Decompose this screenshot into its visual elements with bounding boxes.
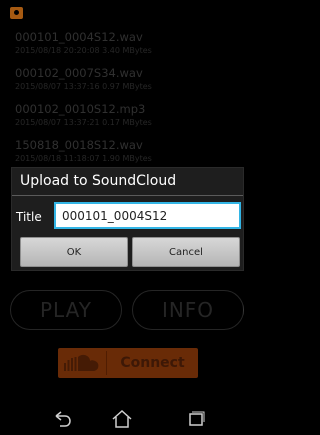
recent-apps-icon[interactable] (182, 408, 210, 430)
file-meta: 2015/08/07 13:37:16 0.97 MBytes (15, 82, 152, 91)
title-label: Title (16, 210, 42, 224)
title-row: Title (12, 201, 245, 231)
soundcloud-notification-icon (10, 7, 23, 19)
dialog-actions: OK Cancel (20, 237, 240, 267)
file-item[interactable]: 000102_0007S34.wav 2015/08/07 13:37:16 0… (0, 62, 243, 98)
home-icon[interactable] (108, 408, 136, 430)
info-button[interactable]: INFO (132, 290, 244, 330)
title-input[interactable] (54, 202, 241, 229)
status-bar (0, 0, 243, 26)
file-meta: 2015/08/18 20:20:08 3.40 MBytes (15, 46, 152, 55)
file-item[interactable]: 000101_0004S12.wav 2015/08/18 20:20:08 3… (0, 26, 243, 62)
play-button[interactable]: PLAY (10, 290, 122, 330)
main-buttons: PLAY INFO (0, 290, 244, 330)
file-item[interactable]: 150818_0018S12.wav 2015/08/18 11:18:07 1… (0, 134, 243, 170)
connect-label: Connect (120, 355, 185, 371)
file-list: 000101_0004S12.wav 2015/08/18 20:20:08 3… (0, 26, 243, 168)
file-name: 000102_0007S34.wav (15, 66, 143, 80)
soundcloud-logo-icon (58, 348, 106, 378)
ok-button[interactable]: OK (20, 237, 128, 267)
soundcloud-connect-button[interactable]: Connect (58, 348, 198, 378)
navigation-bar (0, 404, 243, 435)
cancel-button[interactable]: Cancel (132, 237, 240, 267)
file-item[interactable]: 000102_0010S12.mp3 2015/08/07 13:37:21 0… (0, 98, 243, 134)
dialog-title: Upload to SoundCloud (20, 173, 177, 189)
back-icon[interactable] (48, 408, 76, 430)
file-name: 150818_0018S12.wav (15, 138, 143, 152)
file-meta: 2015/08/18 11:18:07 1.90 MBytes (15, 154, 152, 163)
file-meta: 2015/08/07 13:37:21 0.17 MBytes (15, 118, 152, 127)
file-name: 000101_0004S12.wav (15, 30, 143, 44)
file-name: 000102_0010S12.mp3 (15, 102, 146, 116)
dialog-divider (12, 195, 243, 196)
upload-dialog: Upload to SoundCloud Title OK Cancel (11, 167, 244, 271)
